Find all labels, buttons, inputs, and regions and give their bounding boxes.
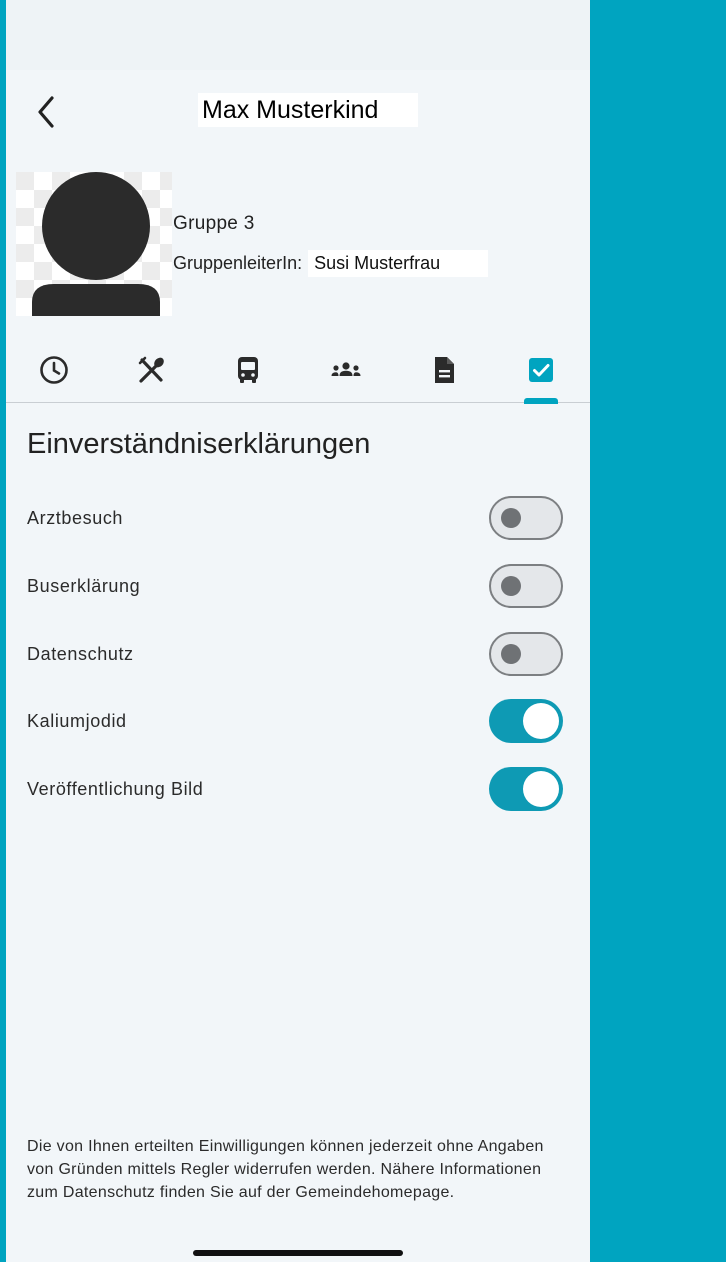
consent-toggle[interactable] xyxy=(489,699,563,743)
tab-times[interactable] xyxy=(32,348,76,392)
consent-toggle[interactable] xyxy=(489,564,563,608)
tab-meals[interactable] xyxy=(129,348,173,392)
toggle-knob xyxy=(523,771,559,807)
tab-bus[interactable] xyxy=(226,348,270,392)
avatar xyxy=(16,172,172,316)
toggle-knob xyxy=(501,576,521,596)
clock-icon xyxy=(40,356,68,384)
document-icon xyxy=(435,357,454,383)
checkbox-icon xyxy=(529,358,553,382)
group-leader-row: GruppenleiterIn: Susi Musterfrau xyxy=(173,247,489,279)
person-silhouette-icon xyxy=(16,172,172,316)
tab-consents[interactable] xyxy=(519,348,563,392)
toggle-knob xyxy=(523,703,559,739)
consent-row-veroeffentlichung-bild: Veröffentlichung Bild xyxy=(6,767,590,819)
group-name: Gruppe 3 xyxy=(173,213,255,234)
status-bar-area xyxy=(6,0,590,70)
consent-label: Buserklärung xyxy=(27,576,141,596)
bus-icon xyxy=(238,357,258,383)
consent-label: Datenschutz xyxy=(27,644,134,664)
consent-row-datenschutz: Datenschutz xyxy=(6,632,590,684)
active-tab-indicator xyxy=(524,398,558,404)
people-group-icon xyxy=(331,362,361,376)
group-leader-label: GruppenleiterIn: xyxy=(173,252,303,273)
tab-bar xyxy=(6,344,590,403)
cutlery-icon xyxy=(138,356,164,383)
consent-toggle[interactable] xyxy=(489,496,563,540)
consent-row-buserklaerung: Buserklärung xyxy=(6,564,590,616)
toggle-knob xyxy=(501,644,521,664)
consent-label: Kaliumjodid xyxy=(27,711,127,731)
page-title: Max Musterkind xyxy=(198,93,418,127)
consent-label: Arztbesuch xyxy=(27,508,124,528)
consent-label: Veröffentlichung Bild xyxy=(27,779,204,799)
consent-row-arztbesuch: Arztbesuch xyxy=(6,496,590,548)
consent-toggle[interactable] xyxy=(489,632,563,676)
tab-group[interactable] xyxy=(324,348,368,392)
chevron-left-icon xyxy=(38,96,54,128)
toggle-knob xyxy=(501,508,521,528)
tab-documents[interactable] xyxy=(422,348,466,392)
group-leader-name: Susi Musterfrau xyxy=(308,249,489,277)
consent-footer-note: Die von Ihnen erteilten Einwilligungen k… xyxy=(27,1138,544,1201)
section-title: Einverständniserklärungen xyxy=(27,428,371,460)
back-button[interactable] xyxy=(30,92,64,132)
home-indicator[interactable] xyxy=(193,1250,403,1256)
consent-toggle[interactable] xyxy=(489,767,563,811)
consent-row-kaliumjodid: Kaliumjodid xyxy=(6,699,590,751)
app-screen: Max Musterkind Gruppe 3 GruppenleiterIn:… xyxy=(6,0,590,1262)
